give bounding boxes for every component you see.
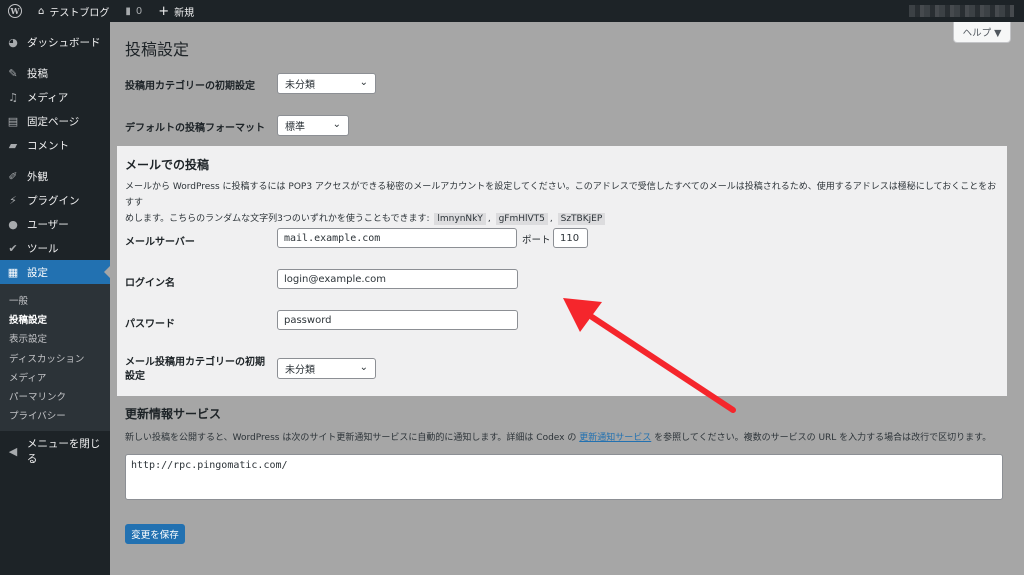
submenu-item-media[interactable]: メディア: [0, 367, 110, 386]
email-category-label-line-1: メール投稿用カテゴリーの初期: [125, 357, 265, 368]
comment-bubble-icon: ▮: [125, 5, 131, 17]
new-content-link[interactable]: + 新規: [150, 0, 202, 22]
sidebar-item-tools[interactable]: ✔ ツール: [0, 236, 110, 260]
sidebar-item-pages[interactable]: ▤ 固定ページ: [0, 109, 110, 133]
user-account-blurred[interactable]: [909, 5, 1014, 17]
default-category-label: 投稿用カテゴリーの初期設定: [125, 81, 255, 92]
settings-submenu: 一般 投稿設定 表示設定 ディスカッション メディア パーマリンク プライバシー: [0, 284, 110, 432]
sidebar-item-label: メディア: [27, 91, 69, 104]
sidebar-item-label: プラグイン: [27, 194, 80, 207]
collapse-menu-button[interactable]: ◀ メニューを閉じる: [0, 438, 110, 466]
update-services-link[interactable]: 更新通知サービス: [579, 433, 651, 443]
password-label: パスワード: [125, 319, 175, 330]
password-input[interactable]: password: [277, 310, 518, 330]
post-via-email-description: メールから WordPress に投稿するには POP3 アクセスができる秘密の…: [125, 179, 1005, 227]
new-label: 新規: [174, 7, 195, 19]
admin-sidebar: ◕ ダッシュボード ✎ 投稿 ♫ メディア ▤ 固定ページ ▰ コメント ✐ 外…: [0, 22, 110, 575]
submenu-item-discussion[interactable]: ディスカッション: [0, 348, 110, 367]
chevron-down-icon: ⌄: [332, 119, 341, 130]
wrench-icon: ✔: [8, 241, 18, 255]
submenu-item-writing[interactable]: 投稿設定: [0, 309, 110, 328]
random-string-1: lmnynNkY: [434, 213, 486, 225]
brush-icon: ✐: [8, 169, 18, 183]
port-label: ポート: [522, 235, 551, 246]
random-string-2: gFmHlVT5: [495, 213, 548, 225]
sidebar-item-label: 設定: [27, 266, 48, 279]
plugin-icon: ⚡: [9, 193, 17, 207]
email-category-value: 未分類: [285, 365, 315, 376]
user-icon: ●: [8, 217, 18, 231]
mail-server-label: メールサーバー: [125, 237, 195, 248]
save-changes-button[interactable]: 変更を保存: [125, 524, 185, 544]
random-string-3: SzTBKjEP: [557, 213, 606, 225]
sidebar-item-label: 外観: [27, 170, 48, 183]
sidebar-item-label: ダッシュボード: [27, 36, 101, 49]
sidebar-item-settings[interactable]: ▦ 設定: [0, 260, 110, 284]
post-via-email-title: メールでの投稿: [125, 158, 210, 172]
default-format-value: 標準: [285, 122, 305, 133]
help-tab-button[interactable]: ヘルプ ▼: [953, 22, 1011, 43]
page-title: 投稿設定: [125, 40, 190, 59]
wp-logo-menu[interactable]: W: [0, 0, 30, 22]
site-name-link[interactable]: ⌂ テストブログ: [30, 0, 117, 22]
chevron-down-icon: ⌄: [359, 362, 368, 373]
sidebar-item-media[interactable]: ♫ メディア: [0, 85, 110, 109]
email-category-label-line-2: 設定: [125, 371, 145, 382]
admin-bar: W ⌂ テストブログ ▮ 0 + 新規: [0, 0, 1024, 22]
default-category-select[interactable]: 未分類 ⌄: [277, 73, 376, 94]
sidebar-item-comments[interactable]: ▰ コメント: [0, 133, 110, 157]
sidebar-item-dashboard[interactable]: ◕ ダッシュボード: [0, 30, 110, 54]
dashboard-icon: ◕: [8, 35, 18, 49]
update-services-desc-after: を参照してください。複数のサービスの URL を入力する場合は改行で区切ります。: [654, 433, 992, 443]
sidebar-item-label: 固定ページ: [27, 115, 80, 128]
description-line-2-text: めします。こちらのランダムな文字列3つのいずれかを使うこともできます:: [125, 214, 430, 224]
pin-icon: ✎: [8, 66, 18, 80]
submenu-item-reading[interactable]: 表示設定: [0, 329, 110, 348]
submenu-item-general[interactable]: 一般: [0, 290, 110, 309]
site-name: テストブログ: [49, 7, 110, 19]
login-name-input[interactable]: login@example.com: [277, 269, 518, 289]
port-input[interactable]: 110: [553, 228, 588, 248]
description-line-1: メールから WordPress に投稿するには POP3 アクセスができる秘密の…: [125, 182, 997, 208]
sidebar-item-users[interactable]: ● ユーザー: [0, 212, 110, 236]
sidebar-item-label: ユーザー: [27, 218, 69, 231]
update-services-description: 新しい投稿を公開すると、WordPress は次のサイト更新通知サービスに自動的…: [125, 430, 1005, 446]
sidebar-item-plugins[interactable]: ⚡ プラグイン: [0, 188, 110, 212]
comments-link[interactable]: ▮ 0: [117, 0, 150, 22]
submenu-item-privacy[interactable]: プライバシー: [0, 406, 110, 425]
default-format-label: デフォルトの投稿フォーマット: [125, 123, 265, 134]
description-line-2: めします。こちらのランダムな文字列3つのいずれかを使うこともできます: lmny…: [125, 211, 1005, 227]
media-icon: ♫: [8, 90, 18, 104]
home-icon: ⌂: [38, 5, 45, 17]
sidebar-item-label: ツール: [27, 242, 59, 255]
email-category-label: メール投稿用カテゴリーの初期 設定: [125, 356, 265, 384]
collapse-arrow-icon: ◀: [8, 444, 18, 458]
comment-icon: ▰: [8, 138, 18, 152]
settings-icon: ▦: [7, 265, 19, 279]
default-category-value: 未分類: [285, 80, 315, 91]
login-name-label: ログイン名: [125, 278, 175, 289]
submenu-item-permalinks[interactable]: パーマリンク: [0, 386, 110, 405]
page-icon: ▤: [7, 114, 19, 128]
sidebar-item-label: コメント: [27, 139, 69, 152]
sidebar-item-posts[interactable]: ✎ 投稿: [0, 61, 110, 85]
email-category-select[interactable]: 未分類 ⌄: [277, 358, 376, 379]
ping-sites-textarea[interactable]: http://rpc.pingomatic.com/: [125, 454, 1003, 500]
collapse-menu-label: メニューを閉じる: [26, 438, 101, 466]
sidebar-item-label: 投稿: [27, 67, 48, 80]
update-services-desc-before: 新しい投稿を公開すると、WordPress は次のサイト更新通知サービスに自動的…: [125, 433, 577, 443]
wordpress-logo-icon: W: [8, 4, 22, 18]
chevron-down-icon: ⌄: [359, 77, 368, 88]
mail-server-input[interactable]: mail.example.com: [277, 228, 517, 248]
sidebar-item-appearance[interactable]: ✐ 外観: [0, 164, 110, 188]
comments-count: 0: [135, 5, 143, 17]
update-services-title: 更新情報サービス: [125, 407, 222, 421]
default-format-select[interactable]: 標準 ⌄: [277, 115, 349, 136]
plus-icon: +: [158, 3, 170, 19]
